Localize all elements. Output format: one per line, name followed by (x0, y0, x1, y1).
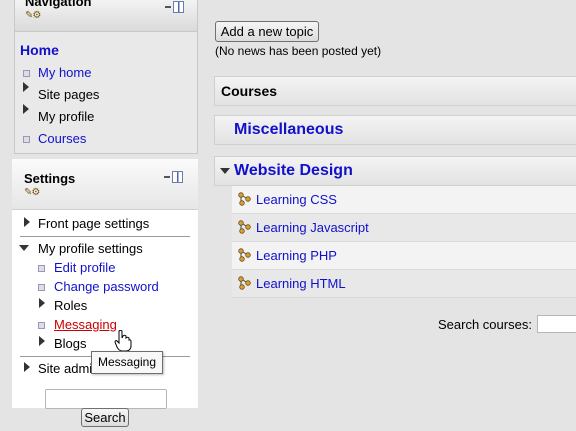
search-courses-input[interactable] (537, 315, 576, 333)
course-link-learning-php[interactable]: Learning PHP (256, 248, 337, 263)
messaging-link[interactable]: Messaging (54, 317, 117, 332)
search-courses-label: Search courses: (438, 317, 532, 332)
navigation-header: Navigation ✎⚙ (15, 0, 197, 31)
hand-cursor-icon (114, 330, 132, 352)
course-link-learning-html[interactable]: Learning HTML (256, 276, 346, 291)
no-news-text: (No news has been posted yet) (215, 44, 382, 58)
course-row[interactable]: Learning Javascript (232, 214, 576, 242)
roles-item[interactable]: Roles (54, 298, 87, 313)
nav-my-home-link[interactable]: My home (38, 65, 91, 80)
bullet-icon (38, 265, 45, 272)
expand-arrow-icon[interactable] (23, 82, 29, 92)
nav-site-pages[interactable]: Site pages (38, 87, 99, 102)
course-row[interactable]: Learning PHP (232, 242, 576, 270)
settings-title: Settings (24, 171, 76, 186)
edit-profile-link[interactable]: Edit profile (54, 260, 115, 275)
courses-header: Courses (214, 76, 576, 106)
expand-arrow-icon[interactable] (24, 362, 30, 372)
blogs-item[interactable]: Blogs (54, 336, 87, 351)
course-link-learning-css[interactable]: Learning CSS (256, 192, 337, 207)
dock-block-icon[interactable] (164, 171, 183, 183)
settings-header: Settings ✎⚙ (12, 159, 198, 209)
expand-arrow-icon[interactable] (39, 336, 45, 346)
expand-arrow-icon[interactable] (39, 298, 45, 308)
messaging-tooltip: Messaging (91, 351, 163, 374)
dock-block-icon[interactable] (165, 1, 184, 13)
course-icon (238, 276, 251, 290)
add-new-topic-button[interactable]: Add a new topic (215, 21, 319, 42)
bullet-icon (23, 70, 30, 77)
collapse-arrow-icon[interactable] (220, 168, 230, 174)
collapse-arrow-icon[interactable] (19, 245, 29, 251)
change-password-link[interactable]: Change password (54, 279, 159, 294)
nav-courses-link[interactable]: Courses (38, 131, 86, 146)
divider (20, 236, 190, 237)
bullet-icon (38, 322, 45, 329)
nav-home-link[interactable]: Home (20, 42, 59, 58)
expand-arrow-icon[interactable] (23, 104, 29, 114)
divider (12, 209, 198, 210)
site-administration[interactable]: Site admi (38, 361, 92, 376)
course-icon (238, 220, 251, 234)
nav-my-profile[interactable]: My profile (38, 109, 94, 124)
front-page-settings[interactable]: Front page settings (38, 216, 149, 231)
move-configure-icon[interactable]: ✎⚙ (24, 187, 40, 198)
course-row[interactable]: Learning HTML (232, 270, 576, 298)
search-button[interactable]: Search (81, 408, 129, 427)
move-configure-icon[interactable]: ✎⚙ (25, 10, 41, 21)
navigation-title: Navigation (25, 0, 92, 9)
category-miscellaneous-link[interactable]: Miscellaneous (234, 121, 343, 139)
divider (15, 31, 197, 32)
course-icon (238, 248, 251, 262)
category-website-design: Website Design (214, 156, 576, 186)
category-website-design-link[interactable]: Website Design (234, 162, 353, 180)
category-miscellaneous: Miscellaneous (214, 115, 576, 145)
navigation-block: Navigation ✎⚙ Home My home Site pages My… (14, 0, 198, 154)
courses-header-title: Courses (221, 83, 278, 99)
course-link-learning-javascript[interactable]: Learning Javascript (256, 220, 369, 235)
bullet-icon (38, 284, 45, 291)
course-row[interactable]: Learning CSS (232, 186, 576, 214)
course-icon (238, 192, 251, 206)
expand-arrow-icon[interactable] (24, 217, 30, 227)
bullet-icon (23, 136, 30, 143)
my-profile-settings[interactable]: My profile settings (38, 241, 143, 256)
settings-search-input[interactable] (45, 389, 167, 409)
